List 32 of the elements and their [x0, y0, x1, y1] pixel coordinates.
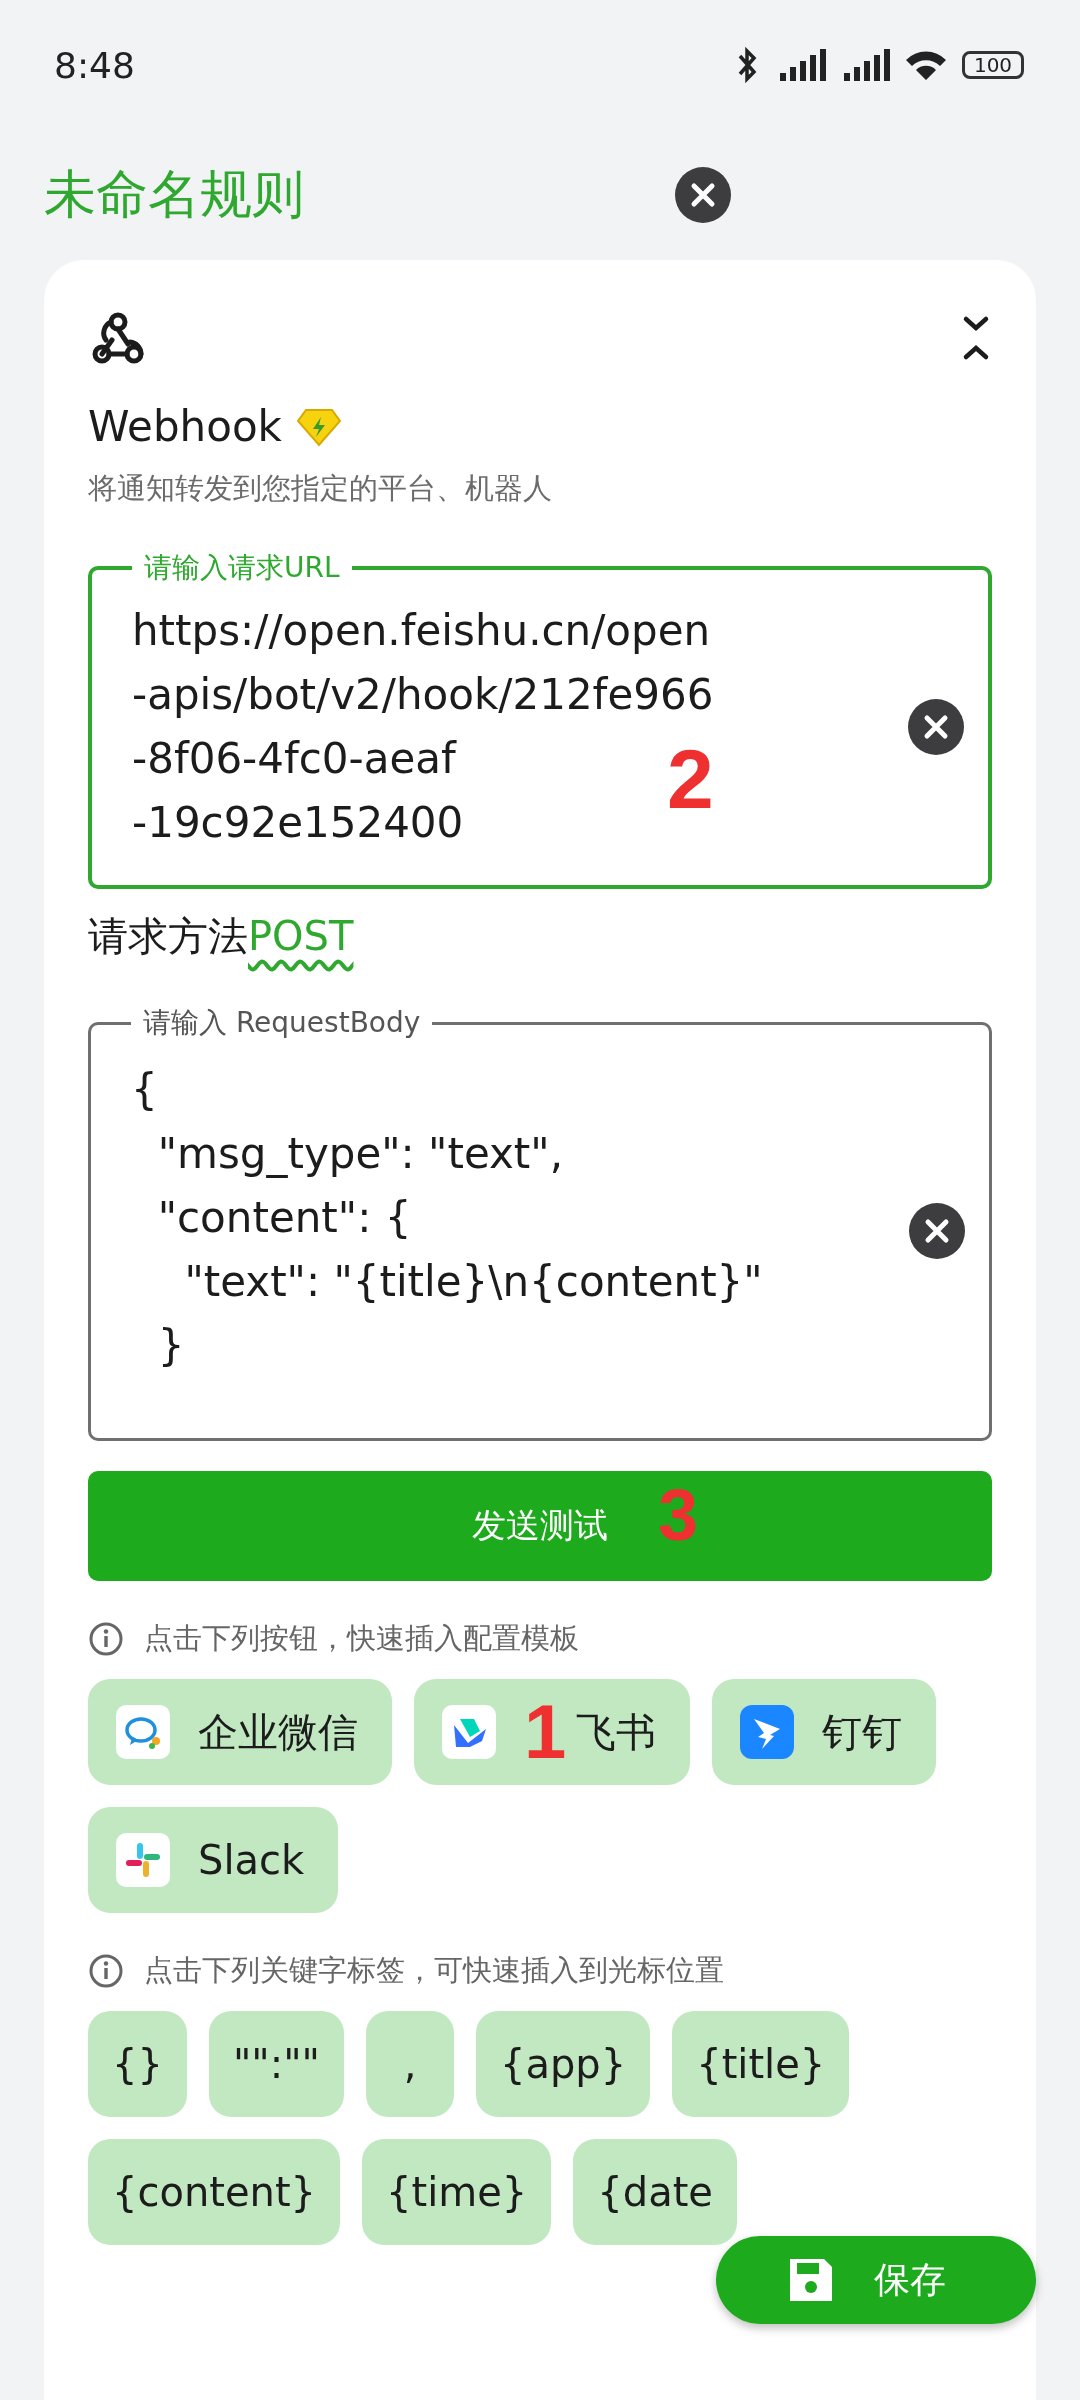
keyword-tag[interactable]: {}: [88, 2011, 187, 2117]
keyword-tag[interactable]: {content}: [88, 2139, 341, 2245]
template-button[interactable]: 企业微信: [88, 1679, 392, 1785]
info-icon: [88, 1953, 124, 1989]
battery-icon: 100: [962, 51, 1024, 79]
annotation-number: 1: [524, 1694, 567, 1770]
template-button[interactable]: 钉钉: [712, 1679, 937, 1785]
rule-title: 未命名规则: [44, 163, 305, 226]
keyword-tag[interactable]: {title}: [672, 2011, 850, 2117]
keyword-tag[interactable]: "":"": [208, 2011, 344, 2117]
annotation-number: 3: [658, 1479, 699, 1551]
clear-icon[interactable]: [908, 699, 964, 755]
clock-time: 8:48: [54, 44, 135, 86]
keyword-tag[interactable]: ,: [366, 2011, 454, 2117]
template-button[interactable]: Slack: [88, 1807, 339, 1913]
keyword-tag[interactable]: {date: [573, 2139, 737, 2245]
hint-text: 点击下列关键字标签，可快速插入到光标位置: [144, 1952, 724, 1989]
keyword-tag[interactable]: {time}: [362, 2139, 552, 2245]
hash-icon: [116, 1833, 170, 1887]
annotation-number: 2: [667, 737, 714, 821]
diamond-badge-icon: [295, 406, 342, 447]
service-description: 将通知转发到您指定的平台、机器人: [88, 470, 553, 507]
clear-icon[interactable]: [909, 1203, 965, 1259]
service-name: Webhook: [88, 402, 282, 451]
keyword-tag[interactable]: {app}: [476, 2011, 651, 2117]
wing-icon: [740, 1705, 795, 1759]
close-icon[interactable]: [675, 167, 731, 223]
bird-icon: [442, 1705, 496, 1759]
method-label: 请求方法: [88, 912, 248, 961]
hint-text: 点击下列按钮，快速插入配置模板: [144, 1620, 579, 1657]
chat-bubble-icon: [116, 1705, 170, 1759]
info-icon: [88, 1621, 124, 1657]
